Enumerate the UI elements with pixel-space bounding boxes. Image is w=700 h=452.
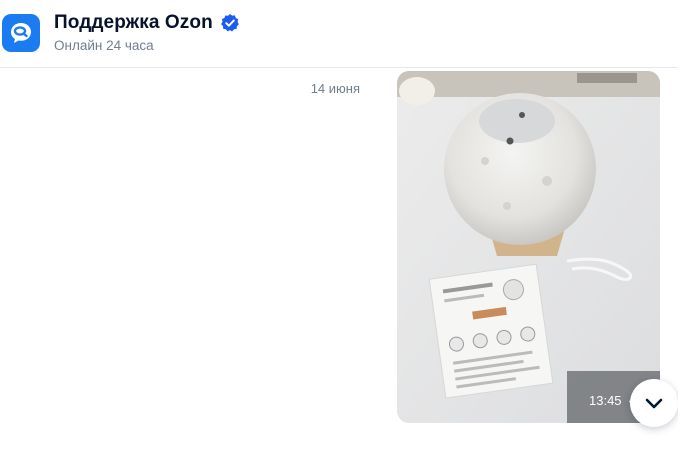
message-photo[interactable] xyxy=(397,71,660,423)
verified-check-icon xyxy=(220,14,239,32)
message-time-text: 13:45 xyxy=(589,393,622,408)
chat-bubble-icon xyxy=(11,23,31,43)
support-avatar[interactable] xyxy=(2,14,40,52)
chat-header: Поддержка Ozon Онлайн 24 часа xyxy=(0,0,678,68)
chat-title: Поддержка Ozon xyxy=(54,12,213,33)
product-photo xyxy=(397,71,660,423)
title-row: Поддержка Ozon xyxy=(54,12,240,34)
chevron-down-icon xyxy=(645,398,663,409)
page-edge xyxy=(678,0,700,452)
scroll-down-button[interactable] xyxy=(630,379,678,427)
date-separator: 14 июня xyxy=(310,81,360,96)
online-status: Онлайн 24 часа xyxy=(54,38,154,53)
